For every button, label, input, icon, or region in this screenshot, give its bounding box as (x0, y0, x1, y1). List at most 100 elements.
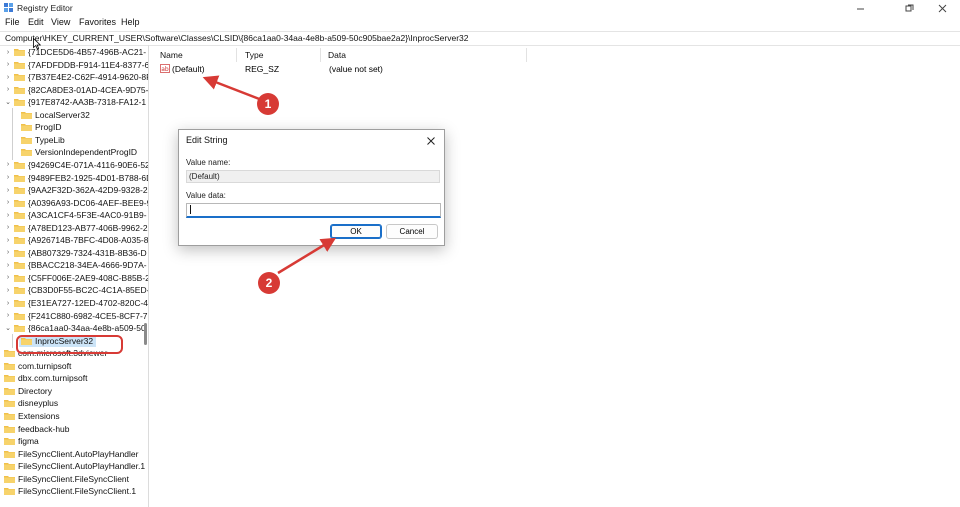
column-divider[interactable] (320, 48, 321, 62)
tree-item-label: FileSyncClient.AutoPlayHandler (18, 448, 139, 459)
tree-item-label: disneyplus (18, 398, 59, 409)
tree-item[interactable]: FileSyncClient.FileSyncClient.1 (2, 485, 136, 497)
tree-item[interactable]: VersionIndependentProgID (19, 146, 137, 158)
tree-item[interactable]: LocalServer32 (19, 109, 90, 121)
chevron-right-icon[interactable]: › (4, 74, 12, 81)
menu-edit[interactable]: Edit (28, 17, 44, 27)
tree-scrollbar-thumb[interactable] (144, 323, 147, 345)
menu-view[interactable]: View (51, 17, 70, 27)
tree-item-label: {917E8742-AA3B-7318-FA12-1 (28, 97, 147, 108)
address-bar[interactable]: Computer\HKEY_CURRENT_USER\Software\Clas… (0, 31, 960, 46)
tree-item-label: {E31EA727-12ED-4702-820C-4 (28, 298, 149, 308)
chevron-right-icon[interactable]: › (4, 287, 12, 294)
column-data-header[interactable]: Data (328, 50, 346, 60)
chevron-right-icon[interactable]: › (4, 237, 12, 244)
folder-icon (14, 161, 25, 169)
tree-item[interactable]: › {82CA8DE3-01AD-4CEA-9D75- (4, 84, 148, 96)
close-icon (427, 137, 435, 145)
chevron-down-icon[interactable]: ⌄ (4, 324, 12, 332)
tree-item[interactable]: › {A3CA1CF4-5F3E-4AC0-91B9- (4, 209, 147, 221)
tree-item[interactable]: › {7AFDFDDB-F914-11E4-8377-6 (4, 59, 149, 71)
value-data-input[interactable] (186, 203, 441, 218)
tree-item[interactable]: › {A926714B-7BFC-4D08-A035-8 (4, 234, 149, 246)
column-name-header[interactable]: Name (160, 50, 183, 60)
menu-favorites[interactable]: Favorites (79, 17, 116, 27)
chevron-right-icon[interactable]: › (4, 61, 12, 68)
tree-item[interactable]: › {BBACC218-34EA-4666-9D7A- (4, 259, 147, 271)
chevron-right-icon[interactable]: › (4, 262, 12, 269)
value-data-label: Value data: (186, 191, 226, 200)
tree-item[interactable]: › {71DCE5D6-4B57-496B-AC21- (4, 46, 146, 58)
tree-item[interactable]: Extensions (2, 410, 60, 422)
tree-item-label: {7AFDFDDB-F914-11E4-8377-6 (28, 59, 149, 70)
tree-item[interactable]: FileSyncClient.FileSyncClient (2, 473, 129, 485)
tree-item-label: TypeLib (35, 134, 65, 145)
chevron-right-icon[interactable]: › (4, 249, 12, 256)
chevron-right-icon[interactable]: › (4, 312, 12, 319)
close-window-button[interactable] (928, 0, 956, 16)
tree-item-label: {BBACC218-34EA-4666-9D7A- (28, 260, 147, 271)
tree-item[interactable]: › {9AA2F32D-362A-42D9-9328-2 (4, 184, 148, 196)
column-type-header[interactable]: Type (245, 50, 263, 60)
folder-icon (4, 375, 15, 383)
tree-item[interactable]: › {9489FEB2-1925-4D01-B788-6D (4, 172, 148, 184)
tree-item[interactable]: figma (2, 435, 39, 447)
tree-item[interactable]: feedback-hub (2, 423, 70, 435)
maximize-button[interactable] (895, 0, 923, 16)
chevron-right-icon[interactable]: › (4, 212, 12, 219)
chevron-right-icon[interactable]: › (4, 224, 12, 231)
chevron-right-icon[interactable]: › (4, 174, 12, 181)
edit-string-dialog: Edit String Value name: (Default) Value … (178, 129, 445, 246)
chevron-down-icon[interactable]: ⌄ (4, 98, 12, 106)
tree-item[interactable]: › {CB3D0F55-BC2C-4C1A-85ED- (4, 284, 148, 296)
column-divider[interactable] (236, 48, 237, 62)
chevron-right-icon[interactable]: › (4, 49, 12, 56)
values-list-header: Name Type Data (152, 48, 960, 62)
registry-editor-icon (4, 3, 13, 12)
address-path[interactable]: Computer\HKEY_CURRENT_USER\Software\Clas… (5, 33, 469, 43)
tree-item[interactable]: › {AB807329-7324-431B-8B36-D (4, 247, 147, 259)
tree-item[interactable]: TypeLib (19, 134, 65, 146)
chevron-right-icon[interactable]: › (4, 199, 12, 206)
tree-item[interactable]: FileSyncClient.AutoPlayHandler.1 (2, 460, 145, 472)
chevron-right-icon[interactable]: › (4, 86, 12, 93)
tree-item[interactable]: › {94269C4E-071A-4116-90E6-52 (4, 159, 148, 171)
chevron-right-icon[interactable]: › (4, 187, 12, 194)
chevron-right-icon[interactable]: › (4, 161, 12, 168)
tree-item[interactable]: ProgID (19, 121, 61, 133)
close-icon (938, 4, 946, 12)
minimize-button[interactable] (846, 0, 874, 16)
tree-item[interactable]: com.turnipsoft (2, 360, 71, 372)
registry-tree[interactable]: › {71DCE5D6-4B57-496B-AC21- › {7AFDFDDB-F91… (0, 45, 149, 507)
folder-icon (14, 49, 25, 56)
menu-help[interactable]: Help (121, 17, 140, 27)
column-divider[interactable] (526, 48, 527, 62)
cancel-button[interactable]: Cancel (386, 224, 438, 239)
folder-icon (4, 475, 15, 483)
folder-icon (14, 262, 25, 270)
tree-item-label: {7B37E4E2-C62F-4914-9620-8F (28, 72, 149, 83)
chevron-right-icon[interactable]: › (4, 300, 12, 307)
tree-item-label: {A926714B-7BFC-4D08-A035-8 (28, 235, 149, 246)
value-name: (Default) (172, 64, 205, 74)
tree-item[interactable]: ⌄ {86ca1aa0-34aa-4e8b-a509-50 (4, 322, 146, 334)
tree-item[interactable]: › {E31EA727-12ED-4702-820C-4 (4, 297, 148, 309)
tree-item-label: {9AA2F32D-362A-42D9-9328-2 (28, 185, 148, 196)
tree-item[interactable]: › {7B37E4E2-C62F-4914-9620-8F (4, 71, 149, 83)
tree-item-label: FileSyncClient.FileSyncClient.1 (18, 486, 137, 497)
menu-file[interactable]: File (5, 17, 20, 27)
tree-item[interactable]: › {C5FF006E-2AE9-408C-B85B-2 (4, 272, 148, 284)
tree-item[interactable]: ⌄ {917E8742-AA3B-7318-FA12-1 (4, 96, 146, 108)
tree-item[interactable]: dbx.com.turnipsoft (2, 372, 87, 384)
tree-item[interactable]: › {A0396A93-DC06-4AEF-BEE9-9 (4, 197, 148, 209)
tree-item[interactable]: disneyplus (2, 397, 58, 409)
tree-item[interactable]: FileSyncClient.AutoPlayHandler (2, 448, 138, 460)
value-name-label: Value name: (186, 158, 231, 167)
value-name-field: (Default) (186, 170, 440, 183)
tree-item[interactable]: › {A78ED123-AB77-406B-9962-2 (4, 222, 148, 234)
chevron-right-icon[interactable]: › (4, 274, 12, 281)
ok-button[interactable]: OK (330, 224, 382, 239)
tree-item[interactable]: Directory (2, 385, 52, 397)
tree-item[interactable]: › {F241C880-6982-4CE5-8CF7-7 (4, 310, 148, 322)
dialog-close-button[interactable] (427, 133, 435, 148)
